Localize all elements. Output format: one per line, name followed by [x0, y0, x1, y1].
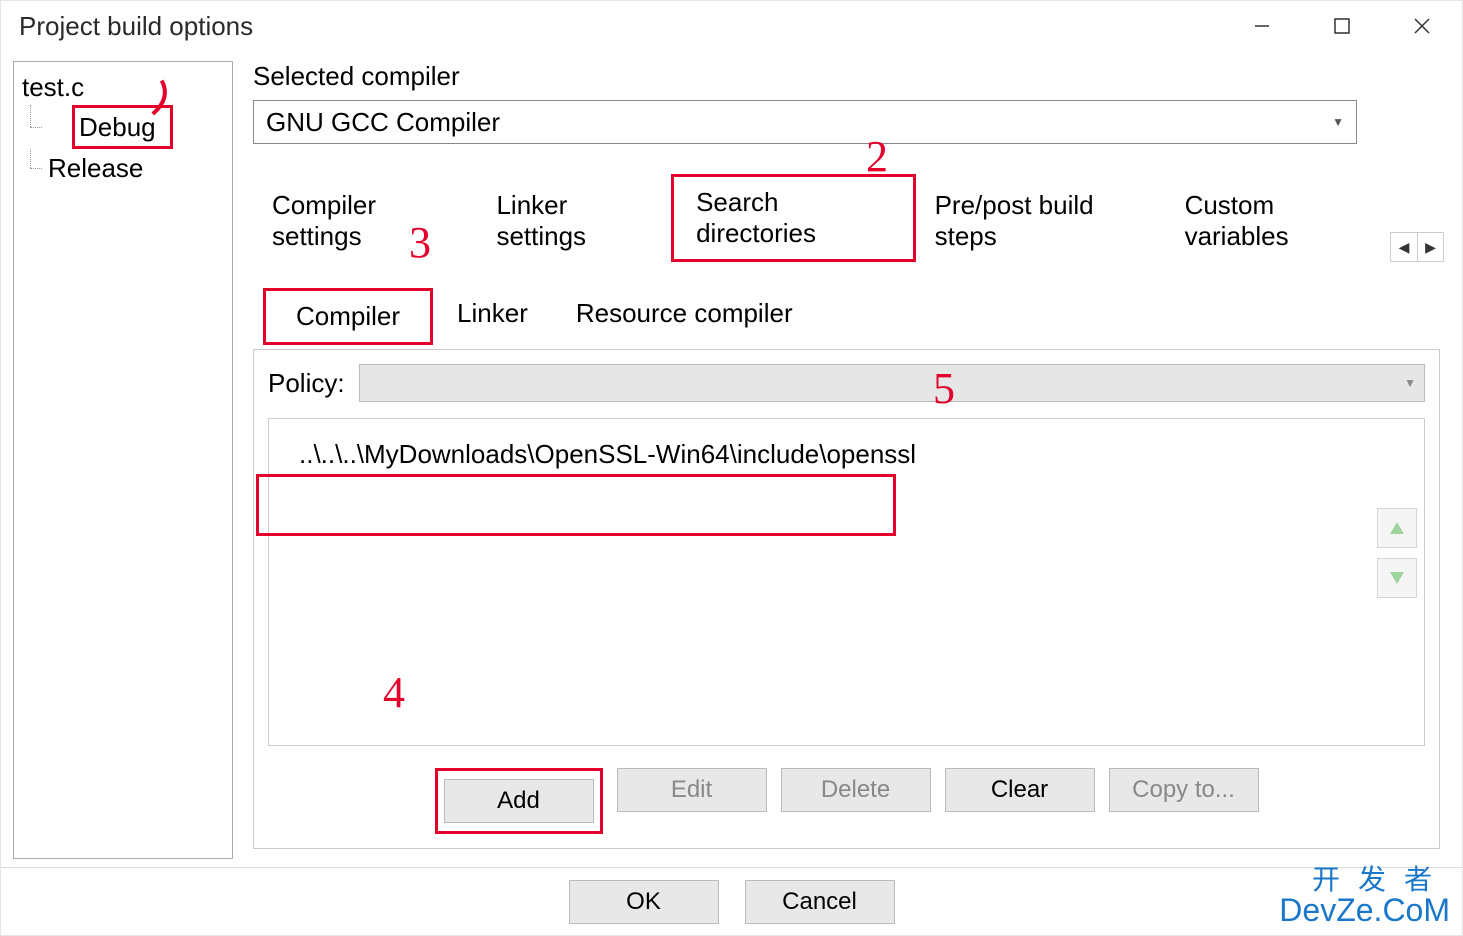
policy-label: Policy: [268, 368, 345, 399]
titlebar: Project build options [1, 1, 1462, 51]
edit-button[interactable]: Edit [617, 768, 767, 812]
tab-pre-post-build-steps[interactable]: Pre/post build steps [916, 181, 1166, 262]
tab-linker-settings[interactable]: Linker settings [477, 181, 671, 262]
arrow-up-icon [1390, 522, 1404, 534]
directory-actions: Add Edit Delete Clear Copy to... [268, 768, 1425, 834]
settings-panel: Selected compiler GNU GCC Compiler ▼ Com… [247, 61, 1450, 859]
search-directories-panel: Policy: ▼ ..\..\..\MyDownloads\OpenSSL-W… [253, 349, 1440, 849]
move-up-button[interactable] [1377, 508, 1417, 548]
directories-highlight [256, 474, 896, 536]
compiler-dropdown[interactable]: GNU GCC Compiler ▼ [253, 100, 1357, 144]
subtab-compiler[interactable]: Compiler [263, 288, 433, 345]
tree-root[interactable]: test.c [20, 72, 226, 103]
ok-button[interactable]: OK [569, 880, 719, 924]
directories-list[interactable]: ..\..\..\MyDownloads\OpenSSL-Win64\inclu… [268, 418, 1425, 746]
selected-compiler-label: Selected compiler [253, 61, 1450, 92]
compiler-dropdown-value: GNU GCC Compiler [266, 107, 500, 138]
watermark-en: DevZe.CoM [1279, 892, 1450, 929]
policy-dropdown[interactable]: ▼ [359, 364, 1425, 402]
delete-button[interactable]: Delete [781, 768, 931, 812]
tab-scroll-buttons: ◀ ▶ [1390, 232, 1444, 262]
window-title: Project build options [19, 11, 253, 42]
content-area: test.c Debug Release Selected compiler G… [1, 51, 1462, 867]
project-build-options-dialog: Project build options test.c Debug Relea… [0, 0, 1463, 936]
tab-scroll-right[interactable]: ▶ [1417, 233, 1443, 261]
main-tabs: Compiler settings Linker settings Search… [253, 174, 1450, 262]
tree-item-debug[interactable]: Debug [20, 105, 226, 149]
add-button-highlight: Add [435, 768, 603, 834]
cancel-button[interactable]: Cancel [745, 880, 895, 924]
tab-compiler-settings[interactable]: Compiler settings [253, 181, 477, 262]
reorder-buttons [1377, 508, 1417, 598]
add-button[interactable]: Add [444, 779, 594, 823]
tab-search-directories[interactable]: Search directories [671, 174, 916, 262]
copy-to-button[interactable]: Copy to... [1109, 768, 1259, 812]
dialog-buttons: OK Cancel [1, 867, 1462, 936]
tab-custom-variables[interactable]: Custom variables [1166, 181, 1390, 262]
directory-entry[interactable]: ..\..\..\MyDownloads\OpenSSL-Win64\inclu… [283, 433, 1410, 470]
chevron-down-icon: ▼ [1404, 376, 1416, 390]
tree-item-release[interactable]: Release [20, 149, 226, 187]
arrow-down-icon [1390, 572, 1404, 584]
sub-tabs: Compiler Linker Resource compiler [263, 288, 1450, 345]
subtab-resource-compiler[interactable]: Resource compiler [552, 288, 817, 345]
clear-button[interactable]: Clear [945, 768, 1095, 812]
chevron-down-icon: ▼ [1332, 115, 1344, 129]
maximize-button[interactable] [1302, 1, 1382, 51]
tab-scroll-left[interactable]: ◀ [1391, 233, 1417, 261]
subtab-linker[interactable]: Linker [433, 288, 552, 345]
build-targets-tree: test.c Debug Release [13, 61, 233, 859]
move-down-button[interactable] [1377, 558, 1417, 598]
policy-row: Policy: ▼ [268, 364, 1425, 402]
minimize-button[interactable] [1222, 1, 1302, 51]
watermark: 开发者 DevZe.CoM [1279, 858, 1450, 929]
tree-item-debug-label: Debug [72, 105, 173, 149]
window-controls [1222, 1, 1462, 51]
close-button[interactable] [1382, 1, 1462, 51]
